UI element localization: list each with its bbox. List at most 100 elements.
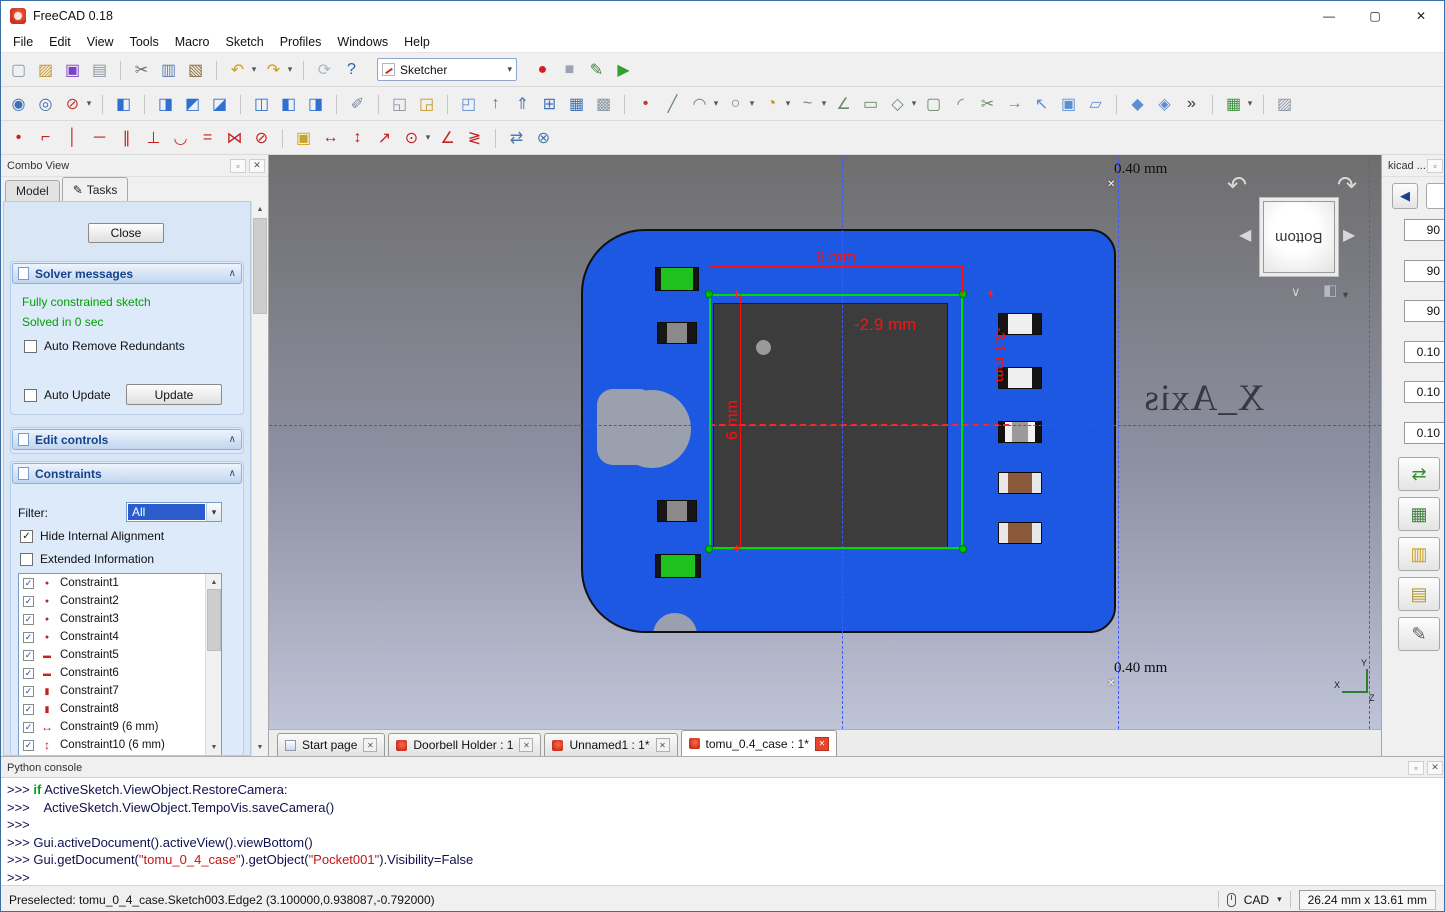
update-button[interactable]: Update bbox=[126, 384, 222, 405]
dimension-height-label[interactable]: 6 mm bbox=[724, 400, 742, 440]
close-tab-icon[interactable] bbox=[519, 738, 533, 752]
redo-icon[interactable]: ↷ bbox=[260, 56, 287, 83]
measure-distance-icon[interactable]: ✐ bbox=[344, 90, 371, 117]
constraints-list-scrollbar[interactable] bbox=[205, 574, 221, 756]
auto-update-row[interactable]: Auto Update bbox=[24, 388, 111, 402]
constraint-coincident-icon[interactable]: • bbox=[5, 124, 32, 151]
constraint-checkbox[interactable] bbox=[23, 740, 34, 751]
constraint-snell-icon[interactable]: ≷ bbox=[461, 124, 488, 151]
create-line-icon[interactable]: ╱ bbox=[659, 90, 686, 117]
sketch-leave-icon[interactable]: ◱ bbox=[386, 90, 413, 117]
view-right-icon[interactable]: ◪ bbox=[206, 90, 233, 117]
sketch-vertex[interactable] bbox=[959, 545, 967, 553]
rotation-value-field[interactable]: 0.10 bbox=[1404, 341, 1445, 363]
extended-info-checkbox[interactable] bbox=[20, 553, 33, 566]
menu-item[interactable]: Tools bbox=[122, 31, 167, 53]
carbon-copy-icon[interactable]: ▣ bbox=[1055, 90, 1082, 117]
3d-viewport[interactable]: 6 mm 6 mm -3.1 mm -2.9 mm 0.40 mm 0.40 m… bbox=[269, 155, 1381, 729]
sketcher-symmetry-icon[interactable]: ◈ bbox=[1151, 90, 1178, 117]
view-top-icon[interactable]: ◩ bbox=[179, 90, 206, 117]
conic-dropdown-icon[interactable]: ▾ bbox=[782, 90, 794, 117]
auto-remove-checkbox[interactable] bbox=[24, 340, 37, 353]
view-bottom-icon[interactable]: ◧ bbox=[275, 90, 302, 117]
kicad-save-icon[interactable]: ▤ bbox=[1398, 577, 1440, 611]
minimize-button[interactable]: — bbox=[1306, 1, 1352, 31]
map-sketch-icon[interactable]: ⇑ bbox=[509, 90, 536, 117]
constraint-row[interactable]: Constraint10 (6 mm) bbox=[19, 736, 221, 754]
undo-dropdown-icon[interactable]: ▾ bbox=[248, 56, 260, 83]
undo-icon[interactable]: ↶ bbox=[224, 56, 251, 83]
fit-all-icon[interactable]: ◉ bbox=[5, 90, 32, 117]
hide-internal-alignment-row[interactable]: Hide Internal Alignment bbox=[20, 529, 164, 543]
scrollbar-thumb[interactable] bbox=[207, 589, 221, 651]
constraint-symmetric-icon[interactable]: ⋈ bbox=[221, 124, 248, 151]
edit-controls-header[interactable]: Edit controls bbox=[12, 429, 242, 450]
trim-edge-icon[interactable]: ✂ bbox=[974, 90, 1001, 117]
constraint-perpendicular-icon[interactable]: ⊥ bbox=[140, 124, 167, 151]
close-panel-icon[interactable] bbox=[1427, 761, 1443, 775]
scroll-down-icon[interactable] bbox=[252, 739, 268, 756]
kicad-push-icon[interactable]: ⇄ bbox=[1398, 457, 1440, 491]
chevron-down-icon[interactable] bbox=[206, 503, 221, 521]
scroll-down-icon[interactable] bbox=[206, 739, 222, 756]
save-icon[interactable]: ▣ bbox=[59, 56, 86, 83]
chevron-down-icon[interactable]: ▾ bbox=[507, 64, 512, 75]
constraint-horizontal-icon[interactable]: ─ bbox=[86, 124, 113, 151]
constraint-checkbox[interactable] bbox=[23, 650, 34, 661]
combo-view-scrollbar[interactable] bbox=[251, 201, 268, 756]
collapse-chevron-icon[interactable] bbox=[229, 434, 236, 445]
draw-style-dropdown-icon[interactable]: ▾ bbox=[83, 90, 95, 117]
hide-internal-checkbox[interactable] bbox=[20, 530, 33, 543]
circle-dropdown-icon[interactable]: ▾ bbox=[746, 90, 758, 117]
constraint-checkbox[interactable] bbox=[23, 722, 34, 733]
document-tab[interactable]: Doorbell Holder : 1 bbox=[388, 733, 541, 756]
redo-dropdown-icon[interactable]: ▾ bbox=[284, 56, 296, 83]
create-bspline-icon[interactable]: ~ bbox=[794, 90, 821, 117]
constraint-row[interactable]: Constraint8 bbox=[19, 700, 221, 718]
create-sketch-icon[interactable]: ◰ bbox=[455, 90, 482, 117]
constraint-vertical-icon[interactable]: │ bbox=[59, 124, 86, 151]
close-task-button[interactable]: Close bbox=[88, 223, 164, 243]
create-fillet-icon[interactable]: ◜ bbox=[947, 90, 974, 117]
paste-icon[interactable]: ▧ bbox=[182, 56, 209, 83]
constraint-row[interactable]: Constraint3 bbox=[19, 610, 221, 628]
auto-update-checkbox[interactable] bbox=[24, 389, 37, 402]
refresh-icon[interactable]: ⟳ bbox=[311, 56, 338, 83]
sketch-vertex[interactable] bbox=[705, 545, 713, 553]
toggle-driving-constraint-icon[interactable]: ⇄ bbox=[503, 124, 530, 151]
constraints-header[interactable]: Constraints bbox=[12, 463, 242, 484]
constraint-point-on-object-icon[interactable]: ⌐ bbox=[32, 124, 59, 151]
constraints-list[interactable]: Constraint1 Constraint2 Constraint3 bbox=[18, 573, 222, 756]
float-panel-icon[interactable] bbox=[1427, 159, 1443, 173]
dimension-width-label[interactable]: 6 mm bbox=[709, 249, 963, 267]
python-console-body[interactable]: >>> if ActiveSketch.ViewObject.RestoreCa… bbox=[1, 777, 1445, 886]
constraint-row[interactable]: Constraint4 bbox=[19, 628, 221, 646]
previous-button[interactable]: ◀ bbox=[1392, 183, 1418, 209]
constraint-checkbox[interactable] bbox=[23, 578, 34, 589]
float-panel-icon[interactable] bbox=[1408, 761, 1424, 775]
grid-toggle-icon[interactable]: ▦ bbox=[1220, 90, 1247, 117]
close-tab-icon[interactable] bbox=[363, 738, 377, 752]
create-arc-icon[interactable]: ◠ bbox=[686, 90, 713, 117]
float-panel-icon[interactable] bbox=[230, 159, 246, 173]
constraint-row[interactable]: Constraint2 bbox=[19, 592, 221, 610]
sketch-vertex[interactable] bbox=[959, 290, 967, 298]
chevron-down-icon[interactable] bbox=[1291, 283, 1301, 301]
constraint-row[interactable]: Constraint9 (6 mm) bbox=[19, 718, 221, 736]
tab-model[interactable]: Model bbox=[5, 180, 60, 201]
constraint-checkbox[interactable] bbox=[23, 686, 34, 697]
constraint-equal-icon[interactable]: = bbox=[194, 124, 221, 151]
navcube-face-bottom[interactable]: Bottom bbox=[1263, 201, 1335, 273]
rotation-value-field[interactable]: 0.10 bbox=[1404, 422, 1445, 444]
extended-information-row[interactable]: Extended Information bbox=[20, 552, 154, 566]
constraint-value-label-bottom[interactable]: 0.40 mm bbox=[1114, 660, 1167, 677]
constraint-row[interactable]: Constraint5 bbox=[19, 646, 221, 664]
rotation-value-field[interactable]: 90 bbox=[1404, 219, 1445, 241]
fit-selection-icon[interactable]: ◎ bbox=[32, 90, 59, 117]
sketch-rectangle[interactable] bbox=[709, 294, 963, 549]
macro-record-icon[interactable]: ● bbox=[529, 56, 556, 83]
constraint-lock-icon[interactable]: ▣ bbox=[290, 124, 317, 151]
grid-dropdown-icon[interactable]: ▾ bbox=[1244, 90, 1256, 117]
copy-icon[interactable]: ▥ bbox=[155, 56, 182, 83]
close-tab-icon[interactable] bbox=[815, 737, 829, 751]
